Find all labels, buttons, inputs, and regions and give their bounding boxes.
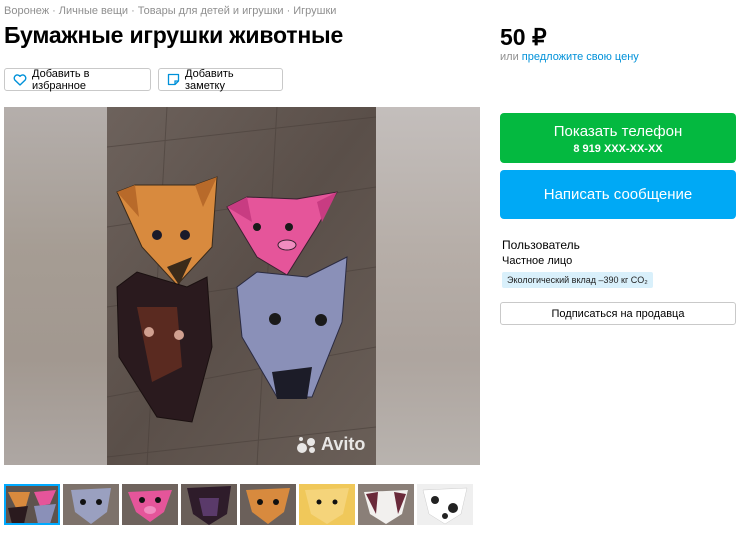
phone-number-masked: 8 919 XXX-XX-XX bbox=[573, 143, 663, 155]
add-note-button[interactable]: Добавить заметку bbox=[158, 67, 283, 92]
breadcrumb-item-toys[interactable]: Игрушки bbox=[293, 5, 336, 17]
page-title: Бумажные игрушки животные bbox=[4, 22, 344, 48]
heart-icon bbox=[13, 73, 27, 86]
gallery-blur-left bbox=[4, 107, 107, 465]
add-to-favorites-button[interactable]: Добавить в избранное bbox=[4, 67, 151, 92]
price-offer: или предложите свою цену bbox=[500, 51, 639, 63]
avito-watermark: Avito bbox=[296, 434, 365, 455]
breadcrumb-item-personal[interactable]: Личные вещи bbox=[59, 5, 128, 17]
breadcrumb-separator: · bbox=[131, 5, 135, 17]
thumbnail-8[interactable] bbox=[417, 484, 473, 525]
add-to-favorites-label: Добавить в избранное bbox=[32, 67, 90, 92]
breadcrumb: Воронеж · Личные вещи · Товары для детей и и… bbox=[4, 5, 336, 17]
thumbnail-5[interactable] bbox=[240, 484, 296, 525]
seller-name[interactable]: Пользователь bbox=[502, 238, 580, 252]
thumbnail-3[interactable] bbox=[122, 484, 178, 525]
thumbnail-2[interactable] bbox=[63, 484, 119, 525]
breadcrumb-separator: · bbox=[286, 5, 291, 17]
gallery-blur-right bbox=[376, 107, 480, 465]
note-icon bbox=[167, 73, 180, 86]
avito-watermark-text: Avito bbox=[321, 434, 366, 454]
photo-gallery[interactable]: Avito bbox=[4, 107, 480, 465]
breadcrumb-item-kids[interactable]: Товары для детей и игрушки bbox=[138, 5, 284, 17]
avito-logo-icon bbox=[297, 436, 315, 453]
thumbnail-1[interactable] bbox=[4, 484, 60, 525]
breadcrumb-separator: · bbox=[52, 5, 56, 17]
seller-type: Частное лицо bbox=[502, 255, 573, 267]
breadcrumb-item-city[interactable]: Воронеж bbox=[4, 5, 49, 17]
price-offer-prefix: или bbox=[500, 51, 519, 63]
main-photo[interactable] bbox=[107, 107, 376, 465]
offer-price-link[interactable]: предложите свою цену bbox=[522, 51, 639, 63]
show-phone-button[interactable]: Показать телефон 8 919 XXX-XX-XX bbox=[500, 113, 736, 163]
write-message-button[interactable]: Написать сообщение bbox=[500, 170, 736, 219]
thumbnail-7[interactable] bbox=[358, 484, 414, 525]
thumbnail-6[interactable] bbox=[299, 484, 355, 525]
add-note-label: Добавить заметку bbox=[185, 67, 234, 92]
show-phone-label: Показать телефон bbox=[553, 123, 683, 140]
subscribe-to-seller-button[interactable]: Подписаться на продавца bbox=[500, 302, 736, 325]
thumbnail-strip bbox=[4, 484, 473, 525]
price: 50 ₽ bbox=[500, 24, 547, 50]
thumbnail-4[interactable] bbox=[181, 484, 237, 525]
eco-contribution-badge: Экологический вклад –390 кг CO₂ bbox=[502, 272, 653, 288]
